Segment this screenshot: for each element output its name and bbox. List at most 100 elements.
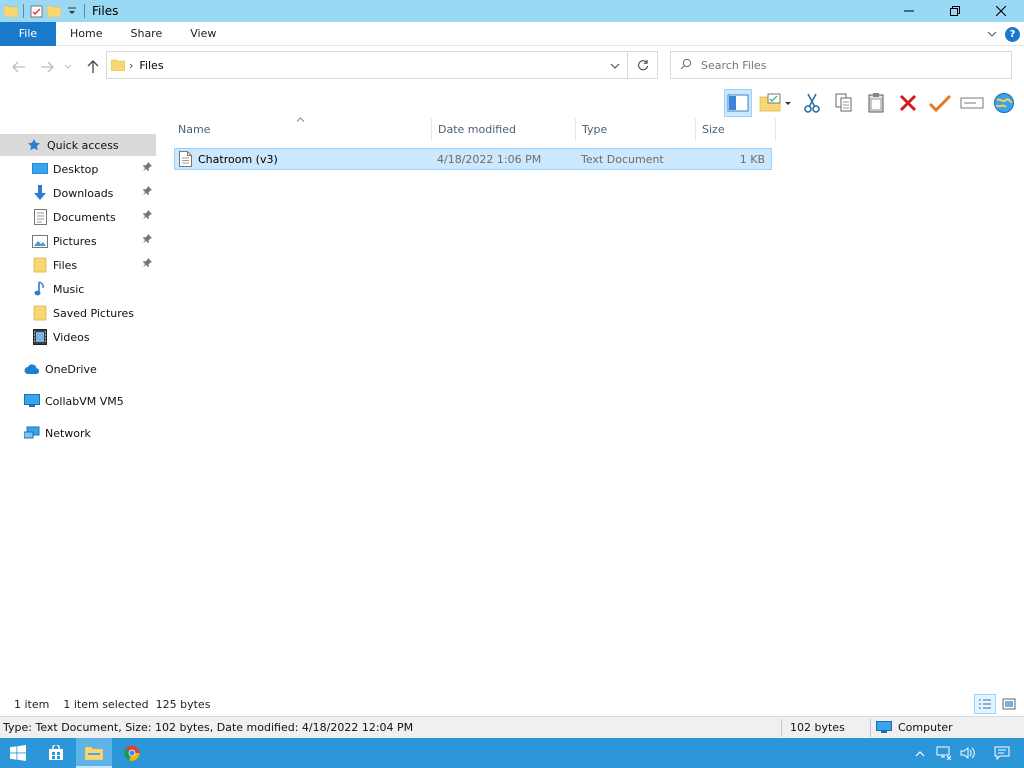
customize-qat-icon[interactable]	[63, 2, 81, 20]
network-status-icon	[936, 746, 952, 760]
action-center-button[interactable]	[980, 738, 1024, 768]
tab-share[interactable]: Share	[116, 22, 176, 46]
forward-button[interactable]	[38, 58, 56, 76]
volume-tray-button[interactable]	[956, 738, 980, 768]
close-icon	[996, 6, 1006, 16]
qat-divider	[84, 4, 85, 18]
back-button[interactable]	[10, 58, 28, 76]
nav-files[interactable]: Files	[0, 254, 156, 276]
selection-info: 1 item selected 125 bytes	[63, 697, 211, 711]
column-type-label: Type	[582, 122, 608, 136]
network-tray-button[interactable]	[932, 738, 956, 768]
column-header-date-modified[interactable]: Date modified	[432, 118, 576, 140]
rename-icon	[960, 97, 984, 109]
nav-quick-access[interactable]: Quick access	[0, 134, 156, 156]
restore-button[interactable]	[932, 0, 978, 22]
tab-home[interactable]: Home	[56, 22, 116, 46]
chevron-down-icon	[987, 31, 997, 37]
select-all-button[interactable]	[926, 89, 954, 117]
up-button[interactable]	[84, 58, 102, 76]
details-location-label: Computer	[898, 721, 953, 734]
item-count: 1 item	[14, 697, 50, 711]
column-size-label: Size	[702, 122, 725, 136]
file-row[interactable]: Chatroom (v3) 4/18/2022 1:06 PM Text Doc…	[174, 148, 772, 170]
copy-button[interactable]	[830, 89, 858, 117]
column-header-type[interactable]: Type	[576, 118, 696, 140]
file-explorer-icon	[85, 746, 103, 760]
breadcrumb-files[interactable]: Files	[139, 59, 163, 72]
preview-pane-button[interactable]	[724, 89, 752, 117]
nav-label: Desktop	[53, 162, 99, 176]
search-input[interactable]	[701, 58, 991, 72]
computer-icon	[876, 721, 892, 733]
show-hidden-icons-button[interactable]	[908, 738, 932, 768]
pin-icon[interactable]	[143, 186, 152, 198]
ribbon-tabs: File Home Share View ?	[0, 21, 1024, 46]
nav-music[interactable]: Music	[0, 278, 156, 300]
file-type: Text Document	[581, 152, 664, 166]
details-view-button[interactable]	[974, 694, 996, 714]
large-icons-view-icon	[1002, 698, 1016, 710]
title-bar: Files	[0, 0, 1024, 22]
navigation-pane: Quick access Desktop Downloads Documents	[0, 132, 156, 687]
search-box[interactable]	[670, 51, 1012, 79]
cut-button[interactable]	[798, 89, 826, 117]
expand-ribbon-button[interactable]	[987, 28, 997, 41]
rename-button[interactable]	[958, 89, 986, 117]
nav-saved-pictures[interactable]: Saved Pictures	[0, 302, 156, 324]
taskbar-file-explorer[interactable]	[76, 738, 112, 768]
nav-this-pc[interactable]: CollabVM VM5	[0, 390, 156, 412]
column-header-size[interactable]: Size	[696, 118, 776, 140]
minimize-button[interactable]	[886, 0, 932, 22]
paste-button[interactable]	[862, 89, 890, 117]
taskbar-chrome[interactable]	[114, 738, 150, 768]
text-document-icon	[179, 151, 192, 167]
pin-icon[interactable]	[143, 234, 152, 246]
nav-documents[interactable]: Documents	[0, 206, 156, 228]
help-button[interactable]: ?	[1005, 26, 1020, 42]
delete-x-icon	[899, 94, 917, 112]
start-button[interactable]	[0, 738, 36, 768]
new-item-button[interactable]	[756, 89, 794, 117]
view-buttons	[974, 692, 1020, 716]
tab-view[interactable]: View	[176, 22, 230, 46]
pin-icon[interactable]	[143, 258, 152, 270]
address-dropdown-button[interactable]	[607, 58, 623, 74]
nav-videos[interactable]: Videos	[0, 326, 156, 348]
status-bar: 1 item 1 item selected 125 bytes	[0, 692, 1024, 716]
breadcrumb-separator[interactable]: ›	[129, 59, 133, 72]
new-folder-icon[interactable]	[45, 2, 63, 20]
large-icons-view-button[interactable]	[998, 694, 1020, 714]
nav-label: CollabVM VM5	[45, 394, 124, 408]
column-header-name[interactable]: Name	[172, 115, 432, 140]
details-bar: Type: Text Document, Size: 102 bytes, Da…	[0, 716, 1024, 738]
delete-button[interactable]	[894, 89, 922, 117]
properties-icon[interactable]	[27, 2, 45, 20]
pin-icon[interactable]	[143, 162, 152, 174]
up-arrow-icon	[87, 60, 99, 73]
refresh-button[interactable]	[627, 52, 657, 78]
preview-pane-icon	[727, 94, 749, 112]
nav-network[interactable]: Network	[0, 422, 156, 444]
back-arrow-icon	[12, 61, 25, 73]
sort-ascending-icon	[296, 115, 305, 125]
folder-icon	[111, 59, 125, 71]
address-bar[interactable]: › Files	[106, 51, 658, 79]
close-button[interactable]	[978, 0, 1024, 22]
file-date: 4/18/2022 1:06 PM	[437, 152, 542, 166]
nav-label: Network	[45, 426, 91, 440]
desktop-icon	[32, 161, 48, 177]
nav-downloads[interactable]: Downloads	[0, 182, 156, 204]
recent-locations-button[interactable]	[62, 58, 74, 76]
tab-file[interactable]: File	[0, 21, 56, 46]
pin-icon[interactable]	[143, 210, 152, 222]
nav-pictures[interactable]: Pictures	[0, 230, 156, 252]
nav-desktop[interactable]: Desktop	[0, 158, 156, 180]
nav-onedrive[interactable]: OneDrive	[0, 358, 156, 380]
music-icon	[32, 281, 48, 297]
properties-button[interactable]	[990, 89, 1018, 117]
nav-label: Music	[53, 282, 85, 296]
windows-logo-icon	[10, 745, 26, 761]
column-name-label: Name	[178, 122, 211, 136]
taskbar-store[interactable]	[38, 738, 74, 768]
